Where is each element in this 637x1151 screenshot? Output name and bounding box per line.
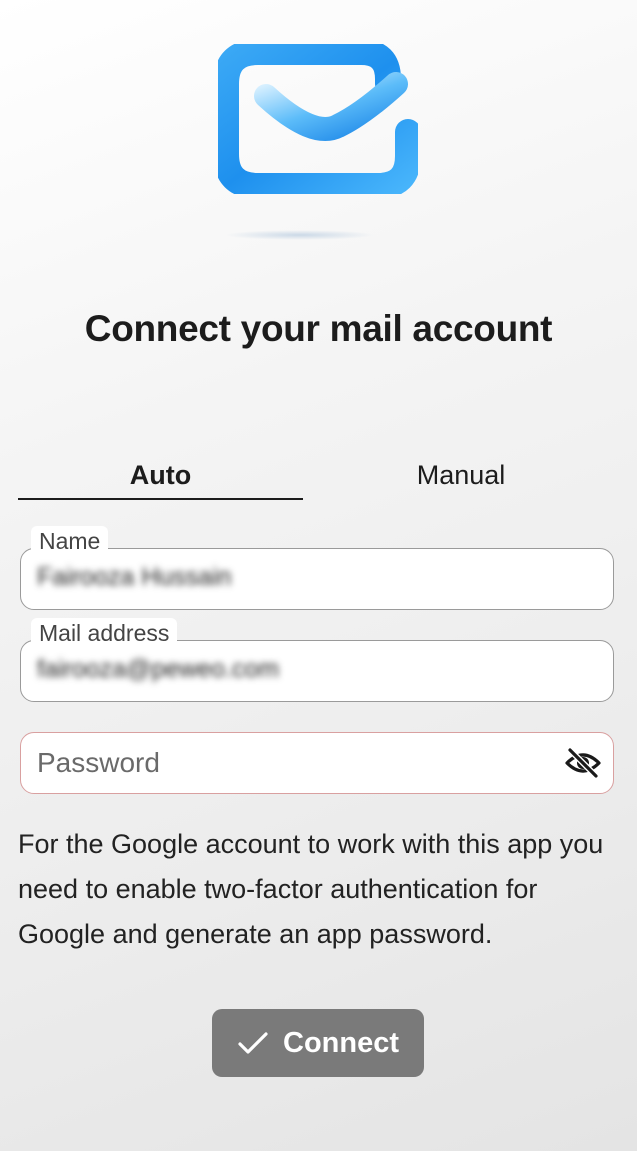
app-logo xyxy=(213,39,421,199)
connect-button-label: Connect xyxy=(283,1026,399,1059)
logo-shadow xyxy=(225,230,375,240)
mode-tabs: Auto Manual xyxy=(18,452,618,502)
name-field-label: Name xyxy=(31,526,109,557)
eye-off-icon[interactable] xyxy=(565,747,601,779)
mail-address-field-value: fairooza@peweo.com xyxy=(37,655,280,683)
name-field[interactable]: Name Fairooza Hussain xyxy=(20,526,614,610)
mail-address-field-label: Mail address xyxy=(31,618,178,649)
google-help-text: For the Google account to work with this… xyxy=(18,829,604,949)
check-icon xyxy=(238,1032,268,1054)
password-input[interactable] xyxy=(37,733,557,792)
connect-button[interactable]: Connect xyxy=(212,1009,424,1077)
mail-address-field[interactable]: Mail address fairooza@peweo.com xyxy=(20,618,614,702)
tab-auto[interactable]: Auto xyxy=(18,452,303,500)
password-field-container xyxy=(20,732,614,794)
page-title: Connect your mail account xyxy=(84,308,553,349)
mail-envelope-icon xyxy=(213,39,421,199)
name-field-value: Fairooza Hussain xyxy=(37,563,232,591)
tab-manual[interactable]: Manual xyxy=(318,452,604,498)
